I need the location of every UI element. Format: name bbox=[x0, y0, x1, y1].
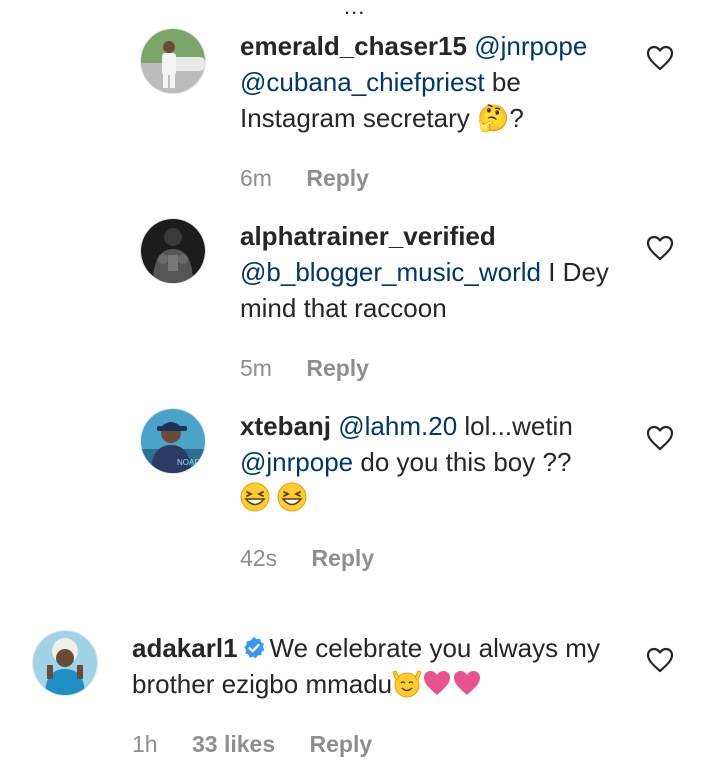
reply-button[interactable]: Reply bbox=[306, 355, 369, 381]
like-button[interactable] bbox=[646, 235, 674, 261]
grinning-squinting-face-icon bbox=[277, 482, 307, 512]
reply-button[interactable]: Reply bbox=[306, 165, 369, 191]
comment-meta: 6m Reply bbox=[240, 165, 397, 192]
avatar[interactable] bbox=[140, 28, 206, 94]
comment-time: 6m bbox=[240, 165, 272, 191]
comment-text: xtebanj @lahm.20 lol...wetin @jnrpope do… bbox=[240, 408, 620, 516]
like-button[interactable] bbox=[646, 647, 674, 673]
comment-meta: 42s Reply bbox=[240, 545, 402, 572]
heart-outline-icon bbox=[646, 425, 674, 451]
heart-outline-icon bbox=[646, 647, 674, 673]
comment-username[interactable]: xtebanj bbox=[240, 411, 331, 441]
comment-username[interactable]: emerald_chaser15 bbox=[240, 31, 467, 61]
comment-text: adakarl1 We celebrate you always my brot… bbox=[132, 630, 642, 702]
reply-button[interactable]: Reply bbox=[310, 731, 373, 757]
avatar-photo-icon: NOAD bbox=[141, 409, 205, 473]
comment-meta: 5m Reply bbox=[240, 355, 397, 382]
avatar[interactable]: NOAD bbox=[140, 408, 206, 474]
comment-text: alphatrainer_verified @b_blogger_music_w… bbox=[240, 218, 620, 326]
avatar-photo-icon bbox=[141, 219, 205, 283]
comment-body: do you this boy ?? bbox=[353, 447, 572, 477]
reply-button[interactable]: Reply bbox=[311, 545, 374, 571]
heart-outline-icon bbox=[646, 45, 674, 71]
comment-text: emerald_chaser15 @jnrpope @cubana_chiefp… bbox=[240, 28, 620, 136]
avatar-photo-icon bbox=[33, 631, 97, 695]
comment-body: lol...wetin bbox=[457, 411, 573, 441]
heart-outline-icon bbox=[646, 235, 674, 261]
avatar-photo-icon bbox=[141, 29, 205, 93]
like-button[interactable] bbox=[646, 425, 674, 451]
previous-comment-more-indicator: ... bbox=[344, 0, 366, 19]
likes-count[interactable]: 33 likes bbox=[192, 731, 275, 757]
comment-time: 1h bbox=[132, 731, 158, 757]
verified-badge-icon bbox=[243, 637, 264, 659]
comment-mention[interactable]: @lahm.20 bbox=[338, 411, 457, 441]
like-button[interactable] bbox=[646, 45, 674, 71]
comment-username[interactable]: adakarl1 bbox=[132, 633, 238, 663]
pink-heart-icon bbox=[424, 671, 451, 695]
comment-time: 42s bbox=[240, 545, 278, 571]
comment-mention[interactable]: @b_blogger_music_world bbox=[240, 257, 541, 287]
comment-mention[interactable]: @jnrpope bbox=[240, 447, 353, 477]
comment-username[interactable]: alphatrainer_verified bbox=[240, 221, 496, 251]
comment-mention[interactable]: @jnrpope bbox=[474, 31, 587, 61]
grinning-squinting-face-icon bbox=[240, 482, 270, 512]
avatar[interactable] bbox=[32, 630, 98, 696]
svg-text:NOAD: NOAD bbox=[177, 458, 200, 467]
comment-time: 5m bbox=[240, 355, 272, 381]
comment-meta: 1h 33 likes Reply bbox=[132, 731, 400, 758]
comment-mention[interactable]: @cubana_chiefpriest bbox=[240, 67, 485, 97]
pink-heart-icon bbox=[454, 671, 481, 695]
avatar[interactable] bbox=[140, 218, 206, 284]
smiling-face-with-raised-hands-icon bbox=[392, 670, 422, 698]
